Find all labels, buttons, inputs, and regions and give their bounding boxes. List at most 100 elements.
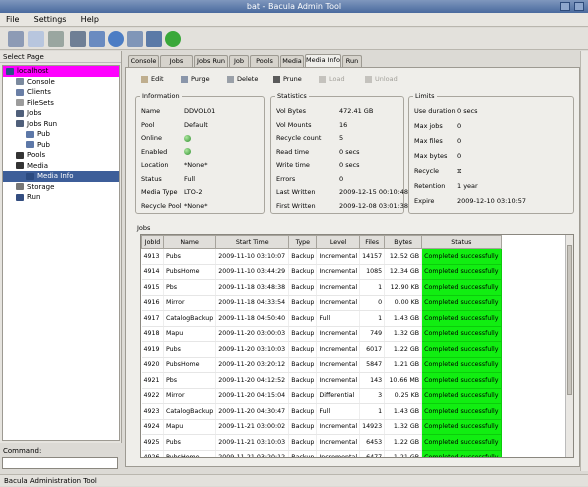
menu-help[interactable]: Help (75, 13, 105, 26)
cell-name: CatalogBackup (163, 310, 217, 327)
run-icon[interactable] (70, 31, 86, 47)
table-row[interactable]: 4917 CatalogBackup 2009-11-18 04:50:40 Back… (141, 310, 502, 327)
statistics-value-first-written: 2009-12-08 03:01:38 (339, 201, 409, 210)
limits-value-max-bytes: 0 (457, 152, 462, 160)
table-row[interactable]: 4922 Mirror 2009-11-20 04:15:04 Backup Diffe… (141, 388, 502, 404)
table-row[interactable]: 4916 Mirror 2009-11-18 04:33:54 Backup Incre… (141, 295, 502, 311)
status-ok-icon (184, 134, 191, 142)
cell-files: 143 (359, 372, 386, 389)
table-row[interactable]: 4924 Mapu 2009-11-21 03:00:02 Backup Increme… (141, 419, 502, 435)
browse-icon[interactable] (146, 31, 162, 47)
cell-name: PubsHome (163, 264, 217, 280)
information-group: Information Name DDVOL01 Pool Default Online… (135, 92, 265, 214)
tab-run[interactable]: Run (342, 55, 362, 67)
limits-label-recycle: Recycle (414, 167, 440, 175)
cell-jobid: 4920 (141, 357, 164, 373)
table-row[interactable]: 4921 Pbs 2009-11-20 04:12:52 Backup Incremen… (141, 372, 502, 389)
tree-item-media-info[interactable]: Media Info (3, 171, 119, 182)
label-icon[interactable] (28, 31, 44, 47)
go-icon[interactable] (165, 31, 181, 47)
column-header-bytes[interactable]: Bytes (384, 235, 423, 249)
table-row[interactable]: 4926 PubsHome 2009-11-21 03:20:12 Backup Inc… (141, 450, 502, 457)
cell-bytes: 1.32 GB (384, 326, 423, 342)
table-row[interactable]: 4913 Pubs 2009-11-10 03:10:07 Backup Increme… (141, 248, 502, 265)
connect-icon[interactable] (8, 31, 24, 47)
estimate-icon[interactable] (89, 31, 105, 47)
tree-item-pools[interactable]: Pools (3, 150, 119, 161)
table-row[interactable]: 4919 Pubs 2009-11-20 03:10:03 Backup Increme… (141, 341, 502, 358)
tree-item-label: Console (27, 77, 55, 86)
column-header-jobid[interactable]: JobId (141, 235, 164, 249)
column-header-status[interactable]: Status (421, 235, 502, 249)
tree-item-jobs-run[interactable]: Jobs Run (3, 119, 119, 130)
tree-item-run[interactable]: Run (3, 192, 119, 203)
minimize-icon[interactable] (560, 2, 570, 11)
cell-bytes: 1.22 GB (384, 341, 423, 358)
menu-settings[interactable]: Settings (28, 13, 73, 26)
tree-item-clients[interactable]: Clients (3, 87, 119, 98)
cell-files: 1 (359, 310, 386, 327)
tree-item-filesets[interactable]: FileSets (3, 98, 119, 109)
prune-button[interactable]: Prune (273, 71, 302, 87)
tab-job[interactable]: Job (229, 55, 249, 67)
close-icon[interactable] (574, 2, 584, 11)
tree-item-media[interactable]: Media (3, 161, 119, 172)
cell-bytes: 1.32 GB (384, 419, 423, 435)
tree-item-pub[interactable]: Pub (3, 140, 119, 151)
information-value-recycle-pool: *None* (184, 201, 208, 210)
edit-button[interactable]: Edit (141, 71, 164, 87)
tree-item-label: Media Info (37, 172, 74, 180)
tree-item-pub[interactable]: Pub (3, 129, 119, 140)
information-label-name: Name (141, 107, 161, 115)
tree-item-storage[interactable]: Storage (3, 182, 119, 193)
table-row[interactable]: 4920 PubsHome 2009-11-20 03:20:12 Backup Inc… (141, 357, 502, 373)
tab-media-info[interactable]: Media Info (305, 54, 341, 68)
cell-jobid: 4915 (141, 279, 164, 296)
table-row[interactable]: 4918 Mapu 2009-11-20 03:00:03 Backup Increme… (141, 326, 502, 342)
jobs-table-scrollbar[interactable] (565, 235, 573, 457)
prune-icon (273, 75, 280, 83)
statistics-label-write-time: Write time (276, 161, 310, 169)
scroll-thumb[interactable] (567, 245, 572, 395)
window-scrollbar[interactable] (580, 51, 588, 471)
tree-item-console[interactable]: Console (3, 77, 119, 88)
table-row[interactable]: 4925 Pubs 2009-11-21 03:10:03 Backup Increme… (141, 434, 502, 451)
table-row[interactable]: 4915 Pbs 2009-11-18 03:48:38 Backup Incremen… (141, 279, 502, 296)
column-header-type[interactable]: Type (288, 235, 318, 249)
load-icon (319, 75, 326, 83)
cell-level: Incremental (316, 326, 361, 342)
limits-label-retention: Retention (414, 182, 446, 190)
cell-name: Mirror (163, 295, 217, 311)
status-icon[interactable] (108, 31, 124, 47)
information-label-pool: Pool (141, 120, 155, 129)
tab-jobs-run[interactable]: Jobs Run (194, 55, 228, 67)
menu-file[interactable]: File (0, 13, 25, 26)
delete-button[interactable]: Delete (227, 71, 258, 87)
column-header-files[interactable]: Files (359, 235, 386, 249)
information-label-enabled: Enabled (141, 147, 168, 156)
cell-start-time: 2009-11-21 03:10:03 (215, 434, 290, 451)
unload-button[interactable]: Unload (365, 71, 398, 87)
table-row[interactable]: 4923 CatalogBackup 2009-11-20 04:30:47 Back… (141, 403, 502, 420)
messages-icon[interactable] (127, 31, 143, 47)
column-header-level[interactable]: Level (316, 235, 361, 249)
cell-bytes: 0.25 KB (384, 388, 423, 404)
tree-item-jobs[interactable]: Jobs (3, 108, 119, 119)
column-header-start-time[interactable]: Start Time (215, 235, 290, 249)
delete-label: Delete (237, 75, 259, 83)
tab-media[interactable]: Media (280, 55, 304, 67)
tree-item-localhost[interactable]: localhost (3, 66, 119, 77)
cell-level: Incremental (316, 372, 361, 389)
tab-pools[interactable]: Pools (250, 55, 279, 67)
cell-files: 6477 (359, 450, 386, 457)
tab-console[interactable]: Console (128, 55, 159, 67)
tab-jobs[interactable]: Jobs (160, 55, 193, 67)
load-button[interactable]: Load (319, 71, 345, 87)
column-header-name[interactable]: Name (162, 235, 217, 249)
purge-button[interactable]: Purge (181, 71, 210, 87)
cell-level: Incremental (316, 295, 361, 311)
table-row[interactable]: 4914 PubsHome 2009-11-10 03:44:29 Backup Inc… (141, 264, 502, 280)
command-input[interactable] (2, 457, 118, 469)
restore-icon[interactable] (48, 31, 64, 47)
cell-type: Backup (288, 279, 318, 296)
